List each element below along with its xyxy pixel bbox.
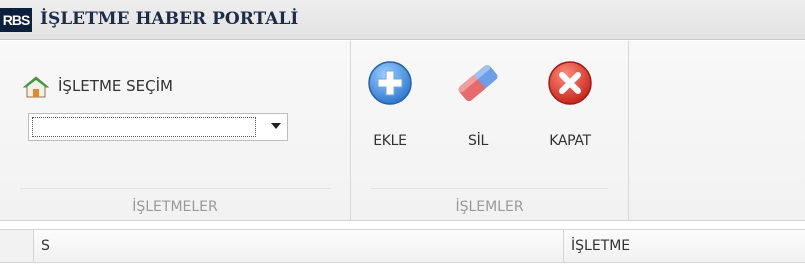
column-header-s[interactable]: S	[34, 230, 564, 262]
ribbon-group-isletmeler: İŞLETME SEÇİM İŞLETMELER	[0, 41, 350, 221]
ekle-button[interactable]: EKLE	[355, 53, 425, 173]
column-header-s-label: S	[41, 238, 50, 254]
kapat-button[interactable]: KAPAT	[535, 53, 605, 173]
close-circle-icon	[546, 59, 594, 107]
isletme-secim-label: İŞLETME SEÇİM	[58, 77, 173, 95]
group-caption-divider	[20, 188, 330, 189]
column-header-isletme[interactable]: İŞLETME	[564, 230, 805, 262]
eraser-icon	[454, 59, 502, 107]
ekle-button-label: EKLE	[373, 133, 407, 149]
dropdown-arrow-icon[interactable]	[271, 123, 281, 129]
ribbon-group-caption: İŞLEMLER	[455, 199, 524, 215]
plus-circle-icon	[366, 59, 414, 107]
grid-header: S İŞLETME	[0, 229, 805, 263]
isletme-select-value[interactable]	[32, 117, 256, 137]
sil-button-label: SİL	[468, 133, 488, 149]
title-bar: RBS İŞLETME HABER PORTALİ	[0, 0, 805, 40]
row-indicator-header[interactable]	[0, 230, 34, 262]
ribbon-group-separator	[628, 41, 629, 221]
ribbon: İŞLETME SEÇİM İŞLETMELER EKLE SİL KAPAT …	[0, 41, 805, 221]
group-caption-divider	[371, 188, 608, 189]
sil-button[interactable]: SİL	[443, 53, 513, 173]
kapat-button-label: KAPAT	[549, 133, 591, 149]
app-logo-icon: RBS	[0, 8, 32, 32]
window-title: İŞLETME HABER PORTALİ	[40, 9, 299, 29]
ribbon-group-islemler: EKLE SİL KAPAT İŞLEMLER	[351, 41, 628, 221]
column-header-isletme-label: İŞLETME	[571, 238, 631, 254]
house-icon	[22, 75, 50, 99]
isletme-select-combobox[interactable]	[28, 113, 288, 141]
ribbon-group-caption: İŞLETMELER	[132, 199, 218, 215]
